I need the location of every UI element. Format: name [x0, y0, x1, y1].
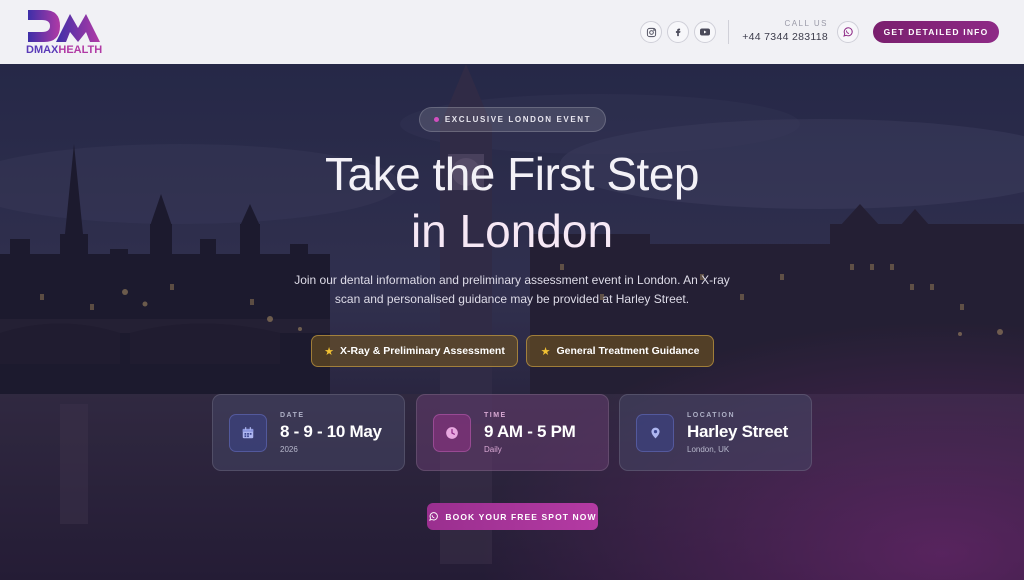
hero-title-highlight: in London	[410, 205, 614, 257]
location-pin-icon	[636, 414, 674, 452]
star-icon: ★	[324, 345, 335, 358]
feature-label: General Treatment Guidance	[556, 345, 700, 357]
whatsapp-icon	[429, 512, 439, 521]
location-card: LOCATION Harley Street London, UK	[619, 394, 812, 471]
time-card: TIME 9 AM - 5 PM Daily	[416, 394, 609, 471]
get-detailed-info-button[interactable]: GET DETAILED INFO	[873, 21, 999, 43]
whatsapp-icon[interactable]	[837, 21, 859, 43]
header-divider	[728, 20, 729, 44]
date-card: DATE 8 - 9 - 10 May 2026	[212, 394, 405, 471]
location-sub: London, UK	[687, 445, 730, 454]
call-us-label: CALL US	[784, 19, 828, 28]
facebook-icon[interactable]	[667, 21, 689, 43]
logo-text-dmax: DMAX	[26, 44, 59, 56]
time-sub: Daily	[484, 445, 502, 454]
youtube-icon[interactable]	[694, 21, 716, 43]
site-header: DMAXHEALTH CALL US +44 7344 283118 GET D…	[0, 0, 1024, 64]
logo[interactable]: DMAXHEALTH	[26, 8, 106, 56]
book-free-spot-button[interactable]: BOOK YOUR FREE SPOT NOW	[427, 503, 598, 530]
date-sub: 2026	[280, 445, 298, 454]
book-button-label: BOOK YOUR FREE SPOT NOW	[445, 511, 597, 522]
badge-dot	[433, 117, 439, 122]
time-value: 9 AM - 5 PM	[484, 422, 576, 441]
instagram-icon[interactable]	[640, 21, 662, 43]
hero-title-line1: Take the First Step	[325, 148, 700, 200]
location-label: LOCATION	[687, 412, 736, 419]
logo-text: DMAXHEALTH	[26, 44, 102, 56]
badge-text: EXCLUSIVE LONDON EVENT	[444, 115, 592, 124]
feature-label: X-Ray & Preliminary Assessment	[340, 345, 505, 357]
star-icon: ★	[540, 345, 551, 358]
location-value: Harley Street	[687, 422, 788, 441]
feature-xray: ★ X-Ray & Preliminary Assessment	[311, 335, 518, 367]
time-label: TIME	[484, 412, 507, 419]
hero-section: EXCLUSIVE LONDON EVENT Take the First St…	[0, 64, 1024, 580]
calendar-icon	[229, 414, 267, 452]
date-value: 8 - 9 - 10 May	[280, 422, 382, 441]
event-badge: EXCLUSIVE LONDON EVENT	[419, 107, 606, 132]
feature-guidance: ★ General Treatment Guidance	[526, 335, 714, 367]
logo-mark-icon	[28, 10, 100, 42]
logo-text-health: HEALTH	[58, 44, 103, 56]
phone-number[interactable]: +44 7344 283118	[742, 31, 828, 43]
hero-title-line2: in London	[0, 204, 1024, 258]
date-label: DATE	[280, 412, 305, 419]
clock-icon	[433, 414, 471, 452]
hero-description: Join our dental information and prelimin…	[294, 273, 730, 306]
